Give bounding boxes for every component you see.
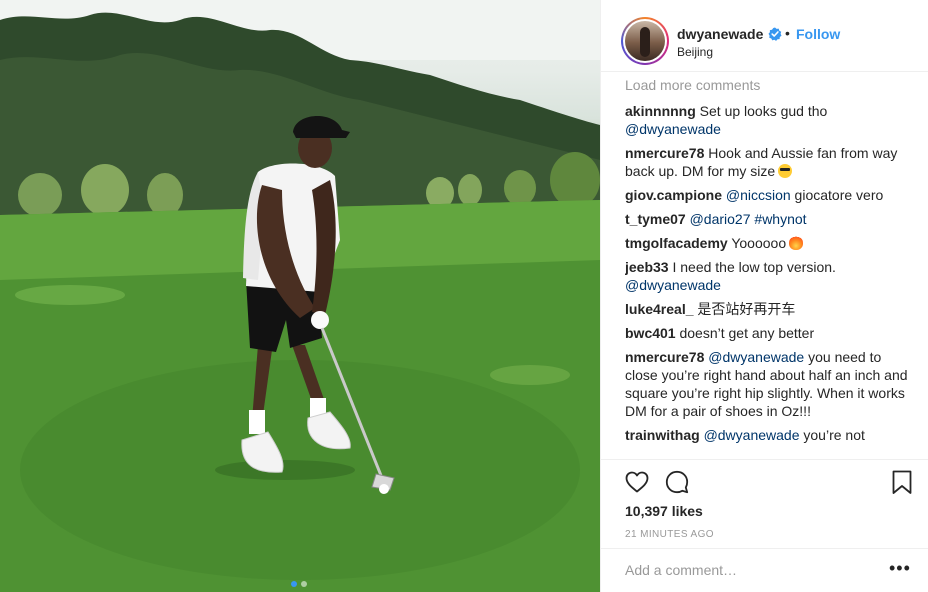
comment: tmgolfacademy Yoooooo <box>625 234 915 252</box>
comment-mention-link[interactable]: @niccsion <box>726 187 791 203</box>
comment-text: 是否站好再开车 <box>693 301 796 317</box>
verified-badge-icon <box>768 27 782 41</box>
post-photo[interactable] <box>0 0 600 592</box>
comment-username[interactable]: jeeb33 <box>625 259 669 275</box>
username-link[interactable]: dwyanewade <box>677 26 763 42</box>
comment-text: Yoooooo <box>727 235 787 251</box>
comment: akinnnnng Set up looks gud tho @dwyanewa… <box>625 102 915 138</box>
comment-mention-link[interactable]: @dwyanewade <box>708 349 804 365</box>
comment-username[interactable]: giov.campione <box>625 187 722 203</box>
comment: giov.campione @niccsion giocatore vero <box>625 186 915 204</box>
follow-button[interactable]: Follow <box>796 26 840 42</box>
add-comment-section: ••• <box>601 548 928 592</box>
comment-username[interactable]: trainwithag <box>625 427 700 443</box>
divider <box>601 459 928 460</box>
comment-text: I need the low top version. <box>668 259 836 275</box>
comment-text: Set up looks gud tho <box>695 103 828 119</box>
carousel-indicator <box>291 581 307 587</box>
comment-username[interactable]: bwc401 <box>625 325 676 341</box>
comment-mention-link[interactable]: @dwyanewade <box>625 121 721 137</box>
separator-dot: • <box>785 25 790 41</box>
comment-username[interactable]: t_tyme07 <box>625 211 686 227</box>
comment: t_tyme07 @dario27 #whynot <box>625 210 915 228</box>
comment-text: you’re not <box>799 427 865 443</box>
comment-mention-link[interactable]: #whynot <box>754 211 806 227</box>
add-comment-input[interactable] <box>625 562 875 578</box>
avatar-image <box>625 21 665 61</box>
carousel-dot <box>301 581 307 587</box>
bookmark-icon[interactable] <box>888 468 916 496</box>
location-link[interactable]: Beijing <box>677 45 713 59</box>
comment-mention-link[interactable]: @dwyanewade <box>704 427 800 443</box>
comment-icon[interactable] <box>663 468 691 496</box>
more-options-icon[interactable]: ••• <box>889 559 911 577</box>
comment-username[interactable]: nmercure78 <box>625 145 704 161</box>
golfer-photo-illustration <box>0 0 600 592</box>
comment: bwc401 doesn’t get any better <box>625 324 915 342</box>
likes-count[interactable]: 10,397 likes <box>625 503 703 519</box>
comment: luke4real_ 是否站好再开车 <box>625 300 915 318</box>
comment: nmercure78 @dwyanewade you need to close… <box>625 348 915 420</box>
comment: jeeb33 I need the low top version. @dwya… <box>625 258 915 294</box>
fire-emoji-icon <box>789 236 804 250</box>
comment-mention-link[interactable]: @dwyanewade <box>625 277 721 293</box>
action-bar <box>601 464 928 500</box>
comment-text: doesn’t get any better <box>675 325 815 341</box>
avatar[interactable] <box>621 17 669 65</box>
comment-text: giocatore vero <box>790 187 884 203</box>
comment-username[interactable]: tmgolfacademy <box>625 235 728 251</box>
avatar-ring <box>623 19 667 63</box>
post-timestamp[interactable]: 21 MINUTES AGO <box>625 529 714 540</box>
comment-username[interactable]: akinnnnng <box>625 103 696 119</box>
load-more-comments-link[interactable]: Load more comments <box>625 78 915 96</box>
post-header: dwyanewade • Follow Beijing <box>601 0 928 72</box>
sunglasses-emoji-icon <box>778 164 793 178</box>
comments-list[interactable]: Load more comments akinnnnng Set up look… <box>625 78 915 460</box>
post-panel: dwyanewade • Follow Beijing Load more co… <box>600 0 928 592</box>
heart-icon[interactable] <box>623 468 651 496</box>
comment-username[interactable]: nmercure78 <box>625 349 704 365</box>
comment-mention-link[interactable]: @dario27 <box>690 211 751 227</box>
comment: trainwithag @dwyanewade you’re not <box>625 426 915 444</box>
carousel-dot-active <box>291 581 297 587</box>
comment: nmercure78 Hook and Aussie fan from way … <box>625 144 915 180</box>
comment-username[interactable]: luke4real_ <box>625 301 694 317</box>
